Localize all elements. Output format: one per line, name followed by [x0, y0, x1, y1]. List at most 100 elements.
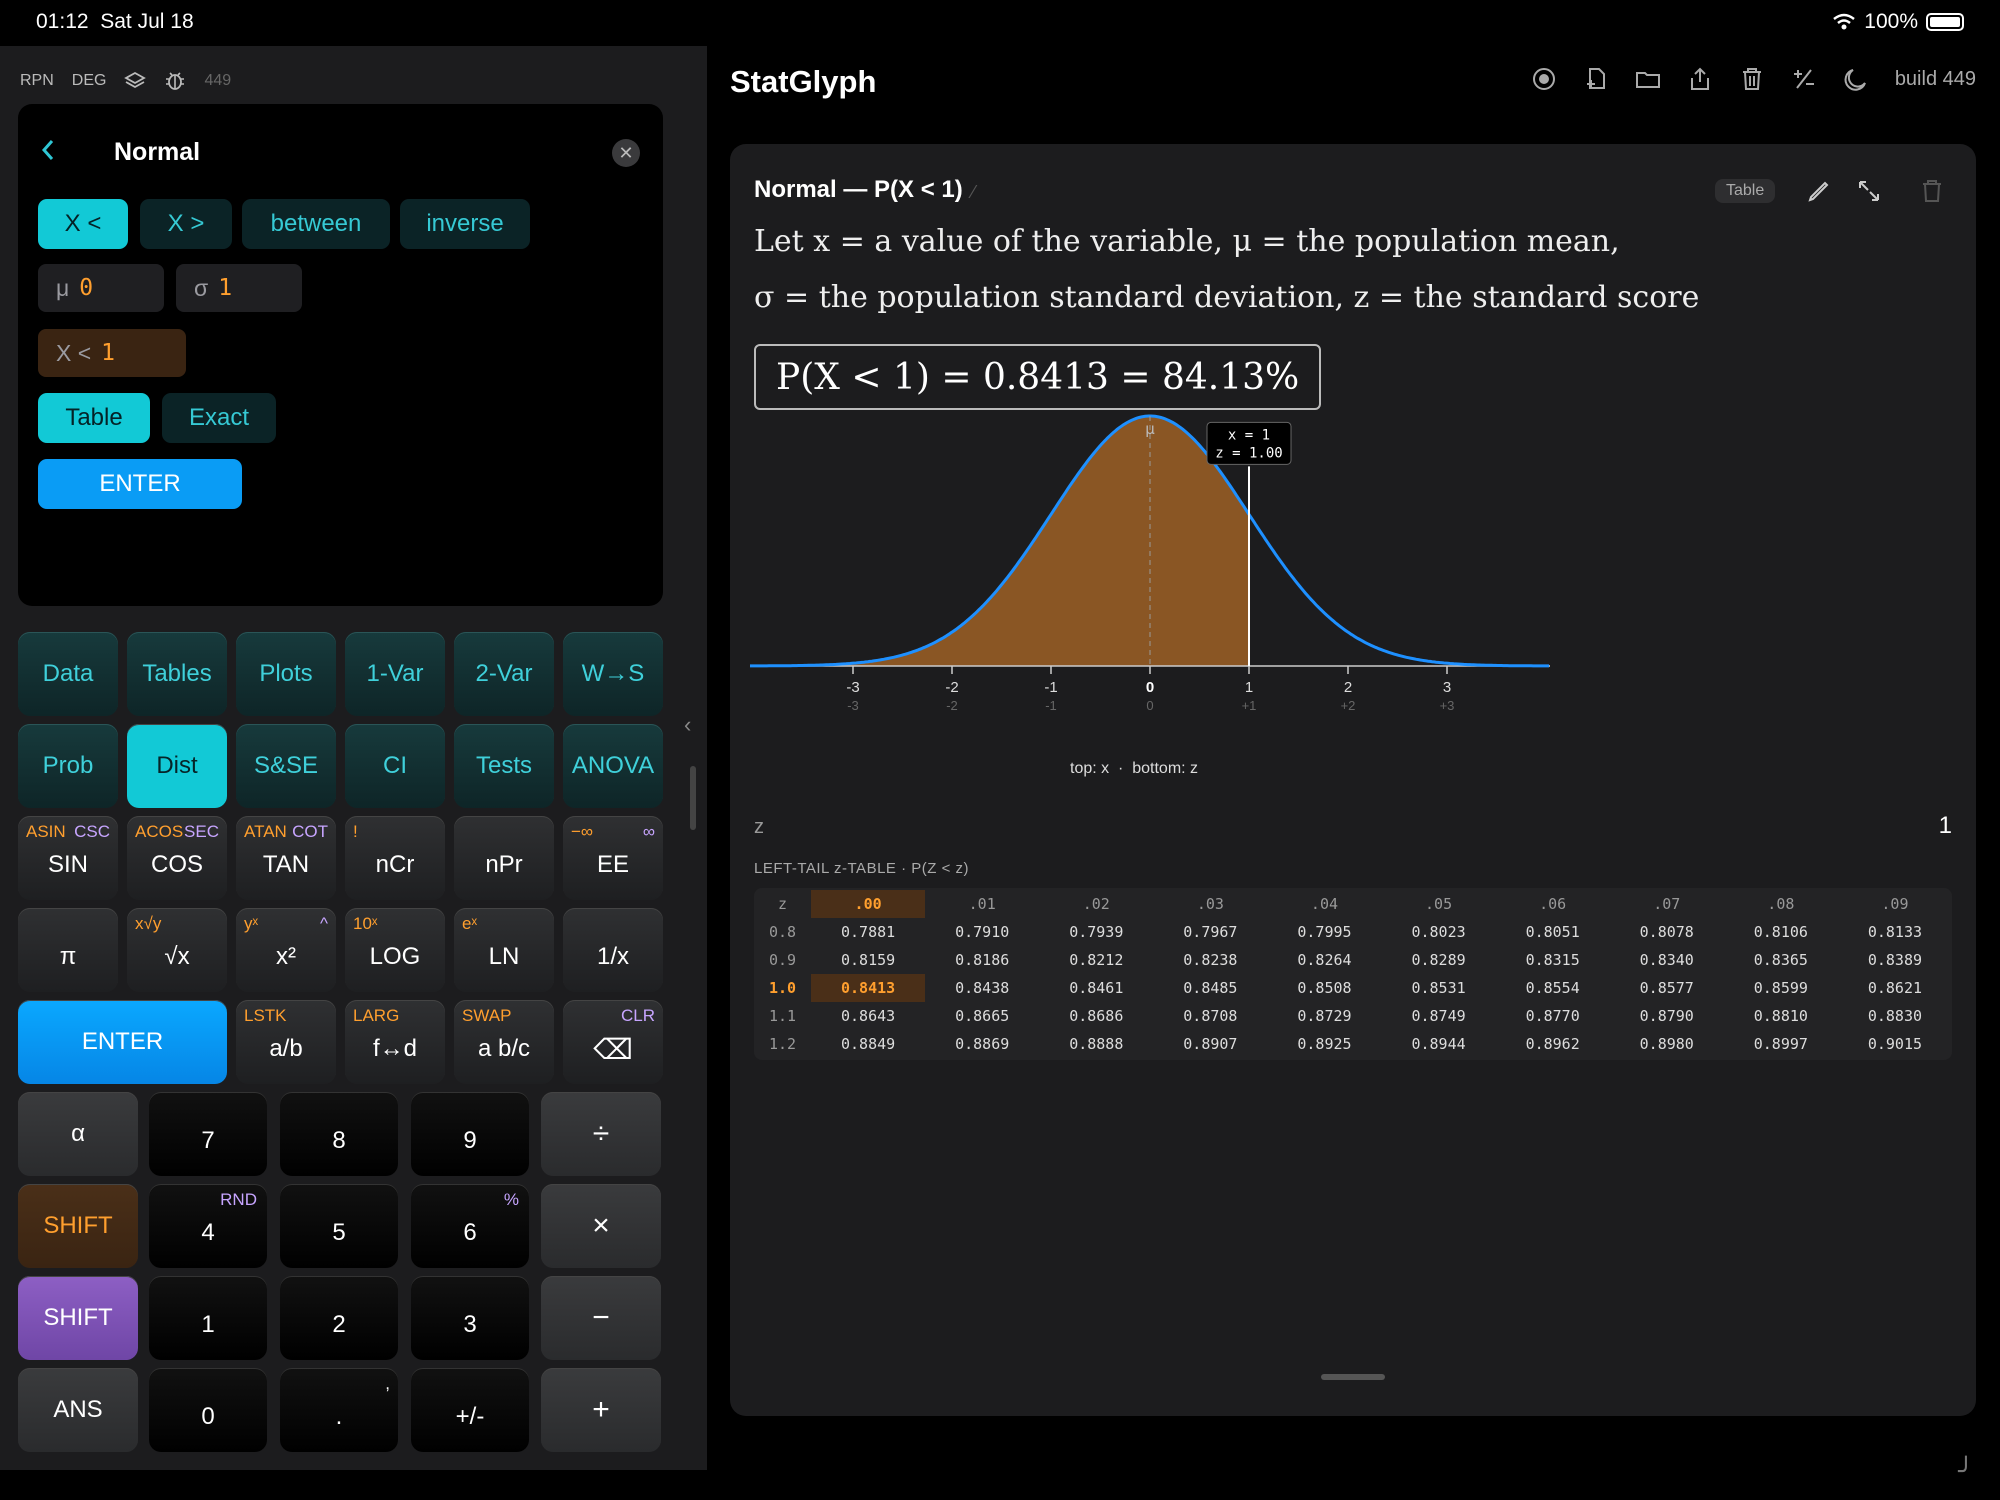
table-row: 1.0 0.8413 0.8438 0.8461 0.8485 0.8508 0.8531 0…: [754, 974, 1952, 1002]
key-data[interactable]: Data: [18, 632, 118, 716]
key-label: LN: [488, 943, 520, 970]
back-chevron-icon[interactable]: [40, 138, 56, 162]
backspace-button[interactable]: CLR ⌫: [563, 1000, 663, 1084]
key-tan[interactable]: ATAN COT TAN: [236, 816, 336, 900]
key-dist[interactable]: Dist: [127, 724, 227, 808]
key-n7[interactable]: 7: [149, 1092, 267, 1176]
key-mul[interactable]: ×: [541, 1184, 661, 1268]
key-n3[interactable]: 3: [411, 1276, 529, 1360]
sigma-field[interactable]: σ1: [176, 264, 302, 312]
sigma-value: 1: [218, 275, 233, 301]
key-a-b-c[interactable]: SWAP a b/c: [454, 1000, 554, 1084]
key-shift2[interactable]: SHIFT: [18, 1276, 138, 1360]
panel-title: Normal: [114, 138, 201, 166]
collapse-chevron-icon[interactable]: ‹: [684, 712, 691, 738]
key-sym[interactable]: π: [18, 908, 118, 992]
key-n6[interactable]: 6%: [411, 1184, 529, 1268]
key-a-b[interactable]: LSTK a/b: [236, 1000, 336, 1084]
table-row: 1.2 0.8849 0.8869 0.8888 0.8907 0.8925 0.8944 0…: [754, 1030, 1952, 1058]
key-w-s[interactable]: W→S: [563, 632, 663, 716]
chip-x-greater[interactable]: X >: [140, 199, 232, 249]
key-n9[interactable]: 9: [411, 1092, 529, 1176]
key-1-x[interactable]: 1/x: [563, 908, 663, 992]
ztable-header: .09: [1881, 895, 1909, 913]
z-value: 1: [1938, 812, 1952, 839]
key-n2[interactable]: 2: [280, 1276, 398, 1360]
key-tables[interactable]: Tables: [127, 632, 227, 716]
key-log[interactable]: 10ˣ LOG: [345, 908, 445, 992]
plus-minus-icon[interactable]: [1791, 66, 1817, 92]
x-field[interactable]: X < 1: [38, 329, 186, 377]
key-f-d[interactable]: LARG f↔d: [345, 1000, 445, 1084]
table-badge[interactable]: Table: [1715, 179, 1776, 203]
key-shift1[interactable]: SHIFT: [18, 1184, 138, 1268]
key-n0[interactable]: 0: [149, 1368, 267, 1452]
key-neg[interactable]: +/-: [411, 1368, 529, 1452]
key-sub[interactable]: −: [541, 1276, 661, 1360]
moon-icon[interactable]: [1843, 66, 1869, 92]
key-ee[interactable]: −∞ ∞ EE: [563, 816, 663, 900]
trash-icon[interactable]: [1739, 66, 1765, 92]
key-n1[interactable]: 1: [149, 1276, 267, 1360]
key-npr[interactable]: nPr: [454, 816, 554, 900]
folder-icon[interactable]: [1635, 66, 1661, 92]
rpn-mode[interactable]: RPN: [20, 72, 54, 90]
ztable-header-row: z .00 .01 .02 .03 .04 .05 .06 .07 .08 .09: [754, 890, 1952, 918]
key-ncr[interactable]: ! nCr: [345, 816, 445, 900]
layers-icon[interactable]: [124, 70, 147, 92]
key-plots[interactable]: Plots: [236, 632, 336, 716]
table-cell: 0.8599: [1753, 979, 1808, 997]
key-n4[interactable]: 4 RND: [149, 1184, 267, 1268]
chip-between[interactable]: between: [242, 199, 390, 249]
key-ans[interactable]: ANS: [18, 1368, 138, 1452]
key-x[interactable]: x√y √x: [127, 908, 227, 992]
key-cos[interactable]: ACOS SEC COS: [127, 816, 227, 900]
exact-toggle[interactable]: Exact: [162, 393, 276, 443]
key-div[interactable]: ÷: [541, 1092, 661, 1176]
card-trash-icon[interactable]: [1920, 178, 1944, 204]
key-n8[interactable]: 8: [280, 1092, 398, 1176]
key-label: 1: [201, 1311, 215, 1338]
pen-icon[interactable]: [1806, 178, 1832, 204]
mu-field[interactable]: μ0: [38, 264, 164, 312]
close-icon[interactable]: ✕: [612, 139, 640, 167]
panel-enter-button[interactable]: ENTER: [38, 459, 242, 509]
key-2-var[interactable]: 2-Var: [454, 632, 554, 716]
table-cell: 0.8340: [1639, 951, 1694, 969]
key-prob[interactable]: Prob: [18, 724, 118, 808]
key-label: ANOVA: [571, 752, 655, 779]
key-label: α: [71, 1120, 85, 1147]
split-handle[interactable]: [690, 766, 696, 830]
table-toggle[interactable]: Table: [38, 393, 150, 443]
key-n5[interactable]: 5: [280, 1184, 398, 1268]
key-x[interactable]: yˣ ^ x²: [236, 908, 336, 992]
share-icon[interactable]: [1687, 66, 1713, 92]
key-tests[interactable]: Tests: [454, 724, 554, 808]
key-s-se[interactable]: S&SE: [236, 724, 336, 808]
new-file-icon[interactable]: [1583, 66, 1609, 92]
chip-inverse[interactable]: inverse: [400, 199, 530, 249]
key-label: ENTER: [81, 1028, 164, 1055]
key-dot[interactable]: .,: [280, 1368, 398, 1452]
key-alpha[interactable]: α: [18, 1092, 138, 1176]
key-ci[interactable]: CI: [345, 724, 445, 808]
enter-button[interactable]: ENTER: [18, 1000, 227, 1084]
key-label: ANS: [53, 1396, 103, 1423]
table-cell: 0.8554: [1525, 979, 1580, 997]
edit-title-icon[interactable]: ⁄: [972, 182, 975, 203]
key-1-var[interactable]: 1-Var: [345, 632, 445, 716]
record-icon[interactable]: [1531, 66, 1557, 92]
key-ln[interactable]: eˣ LN: [454, 908, 554, 992]
key-add[interactable]: +: [541, 1368, 661, 1452]
z-tick-label: +3: [1440, 698, 1455, 713]
deg-mode[interactable]: DEG: [72, 72, 107, 90]
chip-x-less[interactable]: X <: [38, 199, 128, 249]
key-anova[interactable]: ANOVA: [563, 724, 663, 808]
key-label: ÷: [592, 1117, 610, 1150]
table-cell: 0.8238: [1183, 951, 1238, 969]
bug-icon[interactable]: [164, 70, 186, 92]
ztable-header: .02: [1082, 895, 1110, 913]
key-sin[interactable]: ASIN CSC SIN: [18, 816, 118, 900]
expand-icon[interactable]: [1856, 178, 1882, 204]
resize-handle[interactable]: [1321, 1374, 1385, 1380]
